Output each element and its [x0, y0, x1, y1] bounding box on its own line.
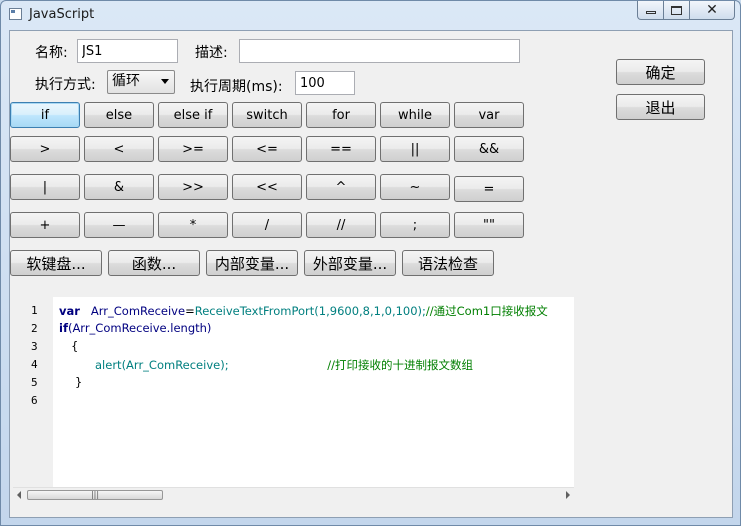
description-label: 描述: — [195, 45, 228, 61]
exec-mode-label: 执行方式: — [35, 77, 96, 93]
code-comment: //通过Com1口接收报文 — [425, 304, 548, 318]
operator-multiply-button[interactable]: * — [158, 212, 228, 238]
line-number: 5 — [31, 376, 38, 389]
keyword-switch-button[interactable]: switch — [232, 102, 302, 128]
operator-and-button[interactable]: && — [454, 136, 524, 162]
operator-lte-button[interactable]: <= — [232, 136, 302, 162]
line-number: 2 — [31, 322, 38, 335]
code-function: ReceiveTextFromPort — [194, 304, 315, 318]
minimize-button[interactable] — [637, 1, 664, 20]
line-number: 3 — [31, 340, 38, 353]
operator-plus-button[interactable]: + — [10, 212, 80, 238]
soft-keyboard-button[interactable]: 软键盘... — [10, 250, 102, 276]
operator-bitor-button[interactable]: | — [10, 174, 80, 200]
close-icon: ✕ — [706, 2, 718, 18]
keyword-while-button[interactable]: while — [380, 102, 450, 128]
title-bar[interactable]: JavaScript ✕ — [1, 1, 740, 29]
minimize-icon — [645, 11, 656, 14]
operator-lt-button[interactable]: < — [84, 136, 154, 162]
code-line-4: alert(Arr_ComReceive); //打印接收的十进制报文数组 — [95, 357, 473, 373]
code-condition: (Arr_ComReceive.length) — [67, 321, 212, 335]
close-button[interactable]: ✕ — [690, 1, 735, 20]
exec-period-label: 执行周期(ms): — [190, 79, 283, 95]
grip-icon: ||| — [90, 490, 100, 499]
chevron-down-icon — [161, 79, 169, 84]
code-arguments: (Arr_ComReceive); — [121, 358, 229, 372]
operator-not-button[interactable]: ~ — [380, 174, 450, 200]
code-line-2: if(Arr_ComReceive.length) — [59, 321, 211, 335]
line-number-gutter: 1 2 3 4 5 6 — [13, 297, 53, 487]
syntax-check-button[interactable]: 语法检查 — [402, 250, 494, 276]
scroll-left-icon[interactable] — [17, 491, 21, 499]
window-title: JavaScript — [29, 7, 95, 22]
maximize-icon — [671, 5, 682, 15]
internal-variables-button[interactable]: 内部变量... — [206, 250, 298, 276]
code-identifier: Arr_ComReceive — [90, 304, 186, 318]
quotes-button[interactable]: "" — [454, 212, 524, 238]
operator-minus-button[interactable]: — — [84, 212, 154, 238]
operator-divide-button[interactable]: / — [232, 212, 302, 238]
keyword-else-if-button[interactable]: else if — [158, 102, 228, 128]
description-input[interactable] — [239, 39, 520, 63]
exit-button[interactable]: 退出 — [616, 94, 705, 120]
caption-buttons: ✕ — [637, 1, 735, 20]
operator-equals-button[interactable]: == — [306, 136, 376, 162]
functions-button[interactable]: 函数... — [108, 250, 200, 276]
maximize-button[interactable] — [664, 1, 690, 20]
code-editor[interactable]: 1 2 3 4 5 6 var Arr_ComReceive=ReceiveTe… — [13, 297, 574, 502]
code-line-1: var Arr_ComReceive=ReceiveTextFromPort(1… — [59, 303, 548, 319]
code-function: alert — [95, 358, 122, 372]
keyword-var-button[interactable]: var — [454, 102, 524, 128]
name-input[interactable] — [77, 39, 178, 63]
code-keyword: var — [59, 304, 80, 318]
operator-shr-button[interactable]: >> — [158, 174, 228, 200]
semicolon-button[interactable]: ; — [380, 212, 450, 238]
comment-button[interactable]: // — [306, 212, 376, 238]
exec-mode-value: 循环 — [112, 73, 140, 89]
code-brace: } — [75, 375, 83, 389]
scrollbar-thumb[interactable]: ||| — [27, 490, 163, 500]
app-window-icon — [9, 8, 22, 20]
operator-xor-button[interactable]: ^ — [306, 174, 376, 200]
operator-gte-button[interactable]: >= — [158, 136, 228, 162]
operator-or-button[interactable]: || — [380, 136, 450, 162]
scroll-right-icon[interactable] — [566, 491, 570, 499]
ok-button[interactable]: 确定 — [616, 59, 705, 85]
dialog-client-area: 名称: 描述: 执行方式: 循环 执行周期(ms): 确定 退出 if else… — [9, 30, 733, 518]
keyword-else-button[interactable]: else — [84, 102, 154, 128]
horizontal-scrollbar[interactable]: ||| — [13, 487, 574, 502]
code-arguments: (1,9600,8,1,0,100); — [314, 304, 426, 318]
operator-bitand-button[interactable]: & — [84, 174, 154, 200]
code-line-3: { — [71, 339, 78, 353]
line-number: 4 — [31, 358, 38, 371]
external-variables-button[interactable]: 外部变量... — [304, 250, 396, 276]
code-comment: //打印接收的十进制报文数组 — [327, 358, 474, 372]
javascript-dialog: JavaScript ✕ 名称: 描述: 执行方式: 循环 执行周期(ms): … — [0, 0, 741, 526]
code-operator: = — [185, 304, 195, 318]
operator-shl-button[interactable]: << — [232, 174, 302, 200]
code-brace: { — [71, 339, 79, 353]
operator-gt-button[interactable]: > — [10, 136, 80, 162]
line-number: 1 — [31, 304, 38, 317]
operator-assign-button[interactable]: = — [454, 176, 524, 202]
line-number: 6 — [31, 394, 38, 407]
exec-period-input[interactable] — [295, 71, 355, 95]
keyword-if-button[interactable]: if — [10, 102, 80, 128]
code-keyword: if — [59, 321, 68, 335]
exec-mode-select[interactable]: 循环 — [107, 70, 175, 94]
name-label: 名称: — [35, 45, 68, 61]
code-line-5: } — [75, 375, 82, 389]
keyword-for-button[interactable]: for — [306, 102, 376, 128]
